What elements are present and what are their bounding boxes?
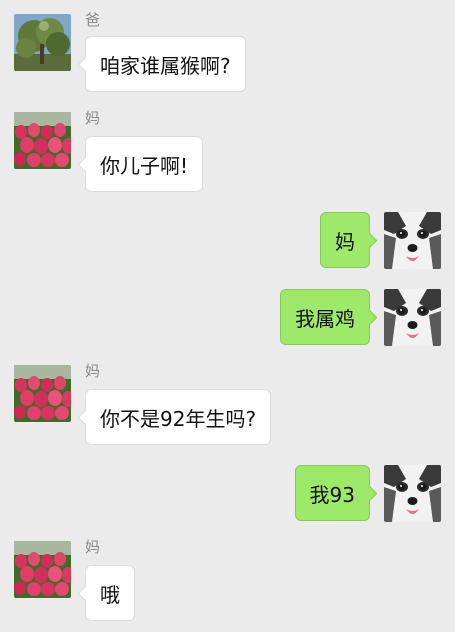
message-row: 我属鸡 bbox=[0, 289, 455, 346]
message-row: 妈 你不是92年生吗? bbox=[0, 362, 455, 445]
tulip-avatar-image bbox=[14, 365, 71, 422]
bubble-tail bbox=[77, 585, 94, 602]
husky-avatar-image bbox=[384, 289, 441, 346]
message-text: 我93 bbox=[309, 482, 355, 507]
bubble-tail bbox=[361, 485, 378, 502]
chat-message-list[interactable]: 爸 咱家谁属猴啊? 妈 你儿子啊! 妈 我属鸡 妈 你不是92年生吗? 我93 … bbox=[0, 0, 455, 632]
sender-name: 妈 bbox=[85, 109, 101, 127]
message-row: 妈 bbox=[0, 212, 455, 269]
message-bubble[interactable]: 咱家谁属猴啊? bbox=[77, 36, 246, 92]
sender-name: 妈 bbox=[85, 538, 101, 556]
tulip-avatar-image bbox=[14, 541, 71, 598]
bubble-tail bbox=[77, 409, 94, 426]
avatar[interactable] bbox=[384, 465, 441, 522]
sender-name: 爸 bbox=[85, 11, 101, 29]
husky-avatar-image bbox=[384, 212, 441, 269]
message-row: 爸 咱家谁属猴啊? bbox=[0, 11, 455, 92]
message-text: 你儿子啊! bbox=[100, 153, 189, 178]
avatar[interactable] bbox=[14, 541, 71, 598]
message-text: 哦 bbox=[100, 582, 120, 607]
message-bubble[interactable]: 哦 bbox=[77, 565, 135, 621]
avatar[interactable] bbox=[14, 112, 71, 169]
message-bubble[interactable]: 你儿子啊! bbox=[77, 136, 204, 192]
avatar[interactable] bbox=[14, 365, 71, 422]
message-bubble[interactable]: 妈 bbox=[320, 212, 378, 268]
message-bubble[interactable]: 你不是92年生吗? bbox=[77, 389, 272, 445]
message-text: 妈 bbox=[335, 229, 355, 254]
bubble-tail bbox=[77, 156, 94, 173]
message-text: 咱家谁属猴啊? bbox=[100, 53, 231, 78]
husky-avatar-image bbox=[384, 465, 441, 522]
bubble-tail bbox=[361, 309, 378, 326]
avatar[interactable] bbox=[14, 14, 71, 71]
message-text: 你不是92年生吗? bbox=[100, 406, 257, 431]
message-row: 妈 你儿子啊! bbox=[0, 109, 455, 192]
message-bubble[interactable]: 我属鸡 bbox=[280, 289, 378, 345]
message-bubble[interactable]: 我93 bbox=[294, 465, 378, 521]
sender-name: 妈 bbox=[85, 362, 101, 380]
avatar[interactable] bbox=[384, 212, 441, 269]
message-row: 妈 哦 bbox=[0, 538, 455, 621]
tulip-avatar-image bbox=[14, 112, 71, 169]
avatar[interactable] bbox=[384, 289, 441, 346]
message-row: 我93 bbox=[0, 465, 455, 522]
tree-avatar-image bbox=[14, 14, 71, 71]
bubble-tail bbox=[361, 232, 378, 249]
bubble-tail bbox=[77, 56, 94, 73]
message-text: 我属鸡 bbox=[295, 306, 355, 331]
